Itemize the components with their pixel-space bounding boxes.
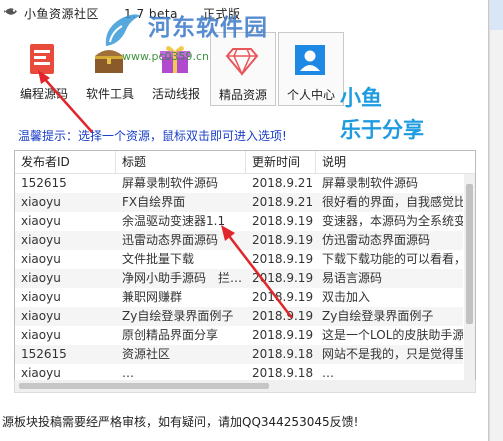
watermark-url: www.pc0359.cn <box>122 50 210 63</box>
cell-publisher: 152615 <box>21 176 67 190</box>
cell-title: 兼职网赚群 <box>122 290 183 304</box>
column-header-updated[interactable]: 更新时间 <box>246 151 316 173</box>
toolbar-item-label: 精品资源 <box>218 88 267 102</box>
cell-description: 这是一个LOL的皮肤助手源 <box>322 328 463 342</box>
vertical-scrollbar[interactable] <box>464 174 475 381</box>
cell-updated: 2018.9.19 <box>252 328 314 342</box>
toolbar-item-profile[interactable]: 个人中心 <box>278 32 344 106</box>
toolbar-item-label: 活动线报 <box>151 87 200 101</box>
cell-description: 仿迅雷动态界面源码 <box>322 233 431 247</box>
table-body: 152615 屏幕录制软件源码 2018.9.21 屏幕录制软件源码 xiaoyu FX自… <box>15 174 463 381</box>
cell-publisher: xiaoyu <box>21 195 61 209</box>
cell-description: 网站不是我的，只是觉得里面 <box>322 347 463 361</box>
cell-publisher: xiaoyu <box>21 252 61 266</box>
cell-updated: 2018.9.21 <box>252 176 314 190</box>
table-row[interactable]: xiaoyu 余温驱动变速器1.1 2018.9.19 变速器，本源码为全系统变 <box>15 212 463 231</box>
cell-publisher: 152615 <box>21 347 67 361</box>
slogan-line-2: 乐于分享 <box>340 118 424 142</box>
watermark-name: 河东软件园 <box>148 15 268 41</box>
cell-title: 余温驱动变速器1.1 <box>122 214 226 228</box>
status-text: 源板块投稿需要经严格审核，如有疑问，请加QQ344253045反馈! <box>2 415 359 429</box>
toolbar-item-label: 编程源码 <box>19 87 68 101</box>
user-icon <box>295 45 325 75</box>
cell-publisher: xiaoyu <box>21 290 61 304</box>
horizontal-scroll-thumb[interactable] <box>19 383 269 389</box>
cell-title: 净网小助手源码 拦… <box>122 271 243 285</box>
cell-updated: 2018.9.19 <box>252 214 314 228</box>
table-row[interactable]: 152615 屏幕录制软件源码 2018.9.21 屏幕录制软件源码 <box>15 174 463 193</box>
cell-title: 迅雷动态界面源码 <box>122 233 219 247</box>
cell-title: 文件批量下载 <box>122 252 195 266</box>
cell-publisher: xiaoyu <box>21 328 61 342</box>
cell-title: Zy自绘登录界面例子 <box>122 309 234 323</box>
cell-publisher: xiaoyu <box>21 214 61 228</box>
column-header-publisher[interactable]: 发布者ID <box>15 151 116 173</box>
cell-updated: 2018.9.19 <box>252 309 314 323</box>
slogan-line-1: 小鱼 <box>340 86 382 110</box>
table-row[interactable]: xiaoyu 原创精品界面分享 2018.9.19 这是一个LOL的皮肤助手源 <box>15 326 463 345</box>
cell-description: 下载下载功能的可以看看， <box>322 252 463 266</box>
cell-updated: 2018.9.19 <box>252 233 314 247</box>
table-row[interactable]: 152615 资源社区 2018.9.18 网站不是我的，只是觉得里面 <box>15 345 463 364</box>
cell-updated: 2018.9.19 <box>252 252 314 266</box>
cell-publisher: xiaoyu <box>21 309 61 323</box>
cell-description: 屏幕录制软件源码 <box>322 176 419 190</box>
app-fish-icon <box>4 8 17 15</box>
resource-table[interactable]: 发布者ID 标题 更新时间 说明 152615 屏幕录制软件源码 2018.9.21… <box>14 150 476 382</box>
table-row[interactable]: xiaoyu 文件批量下载 2018.9.19 下载下载功能的可以看看， <box>15 250 463 269</box>
cell-description: 很好看的界面，自我感觉比 <box>322 195 463 209</box>
cell-updated: 2018.9.19 <box>252 271 314 285</box>
toolbar-item-label: 软件工具 <box>85 87 134 101</box>
hint-text: 温馨提示：选择一个资源，鼠标双击即可进入选项! <box>18 129 287 143</box>
table-row[interactable]: xiaoyu 兼职网赚群 2018.9.19 双击加入 <box>15 288 463 307</box>
toolbar-item-label: 个人中心 <box>286 88 335 102</box>
cell-description: 变速器，本源码为全系统变 <box>322 214 463 228</box>
cell-updated: 2018.9.19 <box>252 290 314 304</box>
cell-description: 双击加入 <box>322 290 371 304</box>
background-window-titlebar <box>490 0 503 30</box>
toolbar-item-source-code[interactable]: 编程源码 <box>12 32 76 104</box>
toolbar-item-premium[interactable]: 精品资源 <box>210 32 276 106</box>
table-header: 发布者ID 标题 更新时间 说明 <box>15 151 475 174</box>
cell-publisher: xiaoyu <box>21 271 61 285</box>
cell-description: 易语言源码 <box>322 271 383 285</box>
cell-title: 原创精品界面分享 <box>122 328 219 342</box>
code-box-icon <box>30 44 54 74</box>
column-header-description[interactable]: 说明 <box>316 151 475 173</box>
table-row[interactable]: xiaoyu 净网小助手源码 拦… 2018.9.19 易语言源码 <box>15 269 463 288</box>
status-bar: 源板块投稿需要经严格审核，如有疑问，请加QQ344253045反馈! <box>0 409 488 433</box>
cell-title: 屏幕录制软件源码 <box>122 176 219 190</box>
table-row[interactable]: xiaoyu FX自绘界面 2018.9.21 很好看的界面，自我感觉比 <box>15 193 463 212</box>
table-row[interactable]: xiaoyu 迅雷动态界面源码 2018.9.19 仿迅雷动态界面源码 <box>15 231 463 250</box>
cell-title: 资源社区 <box>122 347 171 361</box>
cell-publisher: xiaoyu <box>21 233 61 247</box>
cell-updated: 2018.9.18 <box>252 347 314 361</box>
table-row[interactable]: xiaoyu Zy自绘登录界面例子 2018.9.19 Zy自绘登录界面例子 <box>15 307 463 326</box>
cell-description: Zy自绘登录界面例子 <box>322 309 434 323</box>
cell-updated: 2018.9.21 <box>252 195 314 209</box>
vertical-scroll-thumb[interactable] <box>466 184 473 324</box>
cell-title: FX自绘界面 <box>122 195 186 209</box>
diamond-icon <box>225 48 259 76</box>
background-window-edge <box>489 0 503 441</box>
column-header-title[interactable]: 标题 <box>116 151 246 173</box>
watermark-logo-icon <box>105 14 140 46</box>
toolbar-item-events[interactable]: 活动线报 <box>144 32 208 104</box>
horizontal-scrollbar[interactable] <box>14 380 476 393</box>
main-window: 小鱼资源社区 1.7 beta 正式版 编程源码 软件工具 活动线报 精品资源 … <box>0 0 489 441</box>
